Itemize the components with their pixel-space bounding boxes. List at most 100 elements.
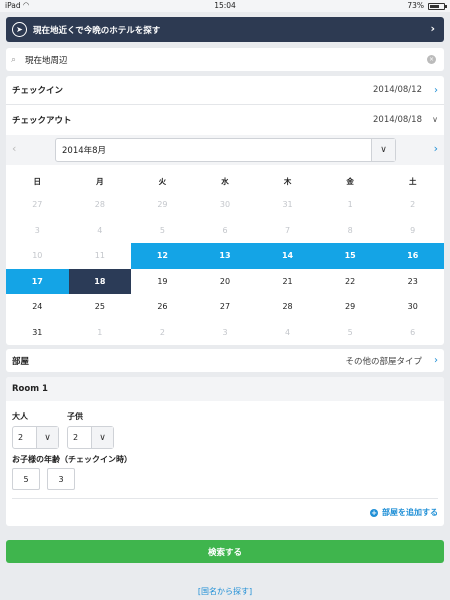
children-select[interactable]: 2 ∨ xyxy=(67,426,114,449)
calendar-day[interactable]: 21 xyxy=(256,269,319,295)
navigation-arrow-icon: ➤ xyxy=(12,22,27,37)
month-select[interactable]: 2014年8月 ∨ xyxy=(55,138,396,162)
calendar-day[interactable]: 27 xyxy=(194,294,257,320)
calendar-day: 9 xyxy=(410,225,416,235)
room-card: Room 1 大人 子供 2 ∨ 2 ∨ お子様の年齢（チェックイン時） 5 3… xyxy=(6,377,444,526)
divider xyxy=(12,498,438,499)
calendar-day[interactable]: 12 xyxy=(131,243,194,269)
calendar-day: 2 xyxy=(410,200,416,210)
calendar-day[interactable]: 22 xyxy=(319,269,382,295)
clear-icon[interactable]: × xyxy=(427,55,436,64)
child-age-label: お子様の年齢（チェックイン時） xyxy=(12,455,132,464)
checkin-label: チェックイン xyxy=(12,86,64,96)
calendar-day-other-month: 4 xyxy=(285,327,291,337)
chevron-right-icon: › xyxy=(434,355,438,366)
calendar-day-other-month: 28 xyxy=(94,200,105,210)
chevron-down-icon: ∨ xyxy=(371,139,395,161)
calendar-day-other-month: 5 xyxy=(347,327,353,337)
chevron-right-icon: › xyxy=(434,84,438,96)
checkout-row[interactable]: チェックアウト 2014/08/18 ∨ xyxy=(6,105,444,134)
calendar-day-other-month: 3 xyxy=(222,327,228,337)
calendar-day[interactable]: 17 xyxy=(6,268,69,294)
month-select-value: 2014年8月 xyxy=(62,146,107,156)
calendar-day[interactable]: 29 xyxy=(319,294,382,320)
chevron-down-icon: ∨ xyxy=(432,115,438,124)
calendar-day: 6 xyxy=(222,225,228,235)
nearby-hotels-button[interactable]: ➤ 現在地近くで今晩のホテルを探す › xyxy=(6,17,444,42)
calendar-day[interactable]: 26 xyxy=(131,294,194,320)
chevron-right-icon: › xyxy=(430,22,435,35)
calendar-day[interactable]: 18 xyxy=(68,268,132,294)
checkin-row[interactable]: チェックイン 2014/08/12 › xyxy=(6,76,444,104)
weekday-header: 日月火水木金土 xyxy=(6,170,444,192)
search-button[interactable]: 検索する xyxy=(6,540,444,563)
weekday-label: 火 xyxy=(158,176,167,186)
status-time: 15:04 xyxy=(214,1,236,10)
calendar-day[interactable]: 20 xyxy=(194,269,257,295)
date-panel: チェックイン 2014/08/12 › チェックアウト 2014/08/18 ∨… xyxy=(6,76,444,345)
nearby-hotels-label: 現在地近くで今晩のホテルを探す xyxy=(33,25,161,36)
calendar-day[interactable]: 31 xyxy=(6,320,69,346)
calendar-day: 5 xyxy=(159,225,165,235)
calendar-day-other-month: 30 xyxy=(219,200,231,210)
add-room-button[interactable]: + 部屋を追加する xyxy=(370,507,438,518)
calendar-day-other-month: 1 xyxy=(97,327,103,337)
checkin-date: 2014/08/12 xyxy=(373,85,422,95)
child-age-input-2[interactable]: 3 xyxy=(47,468,75,490)
chevron-down-icon: ∨ xyxy=(91,427,113,448)
calendar-day[interactable]: 15 xyxy=(318,243,382,269)
weekday-label: 日 xyxy=(33,176,42,186)
checkout-date: 2014/08/18 xyxy=(373,114,422,125)
next-month-icon[interactable]: › xyxy=(434,142,438,155)
location-search[interactable]: ⌕ 現在地周辺 × xyxy=(6,48,444,71)
calendar-day-other-month: 29 xyxy=(157,200,168,210)
calendar-day[interactable]: 13 xyxy=(193,243,257,269)
children-value: 2 xyxy=(73,433,79,442)
calendar-day[interactable]: 28 xyxy=(256,294,319,320)
calendar-day: 8 xyxy=(347,225,353,235)
weekday-label: 月 xyxy=(96,176,104,186)
calendar-day[interactable]: 30 xyxy=(381,294,444,320)
room-type-value: その他の部屋タイプ xyxy=(345,356,422,367)
weekday-label: 水 xyxy=(221,176,229,186)
battery-percent: 73% xyxy=(407,1,424,10)
calendar-day[interactable]: 16 xyxy=(381,243,444,269)
calendar-day[interactable]: 25 xyxy=(69,294,132,320)
adults-select[interactable]: 2 ∨ xyxy=(12,426,59,449)
calendar-day: 10 xyxy=(32,251,43,261)
weekday-label: 金 xyxy=(346,176,354,186)
search-icon: ⌕ xyxy=(11,54,17,65)
calendar-grid: 27 28 29 30 31 1 2 3 4 5 6 7 8 9 10 11 12 13 14 15 16 17 18 19 2… xyxy=(6,192,444,345)
calendar-day: 11 xyxy=(94,251,105,261)
adults-value: 2 xyxy=(18,433,24,442)
calendar-day-other-month: 2 xyxy=(159,327,165,337)
calendar-day[interactable]: 14 xyxy=(256,243,319,269)
calendar-day-other-month: 27 xyxy=(32,200,43,210)
adults-label: 大人 xyxy=(12,412,28,421)
country-search-link[interactable]: [国名から探す] xyxy=(0,586,450,597)
search-input[interactable]: 現在地周辺 xyxy=(25,54,68,66)
room-type-label: 部屋 xyxy=(12,356,30,367)
calendar-day[interactable]: 19 xyxy=(131,269,194,295)
calendar-day: 7 xyxy=(285,225,291,235)
prev-month-icon[interactable]: ‹ xyxy=(12,142,16,155)
calendar-day-other-month: 6 xyxy=(410,327,416,337)
room-type-row[interactable]: 部屋 その他の部屋タイプ › xyxy=(6,349,444,372)
status-bar: iPad ◠ 15:04 73% xyxy=(0,0,450,12)
calendar-day[interactable]: 23 xyxy=(381,269,444,295)
weekday-label: 木 xyxy=(283,176,292,186)
calendar-navigation: ‹ 2014年8月 ∨ › xyxy=(6,135,444,165)
calendar-day: 3 xyxy=(34,225,40,235)
add-room-label: 部屋を追加する xyxy=(382,508,438,517)
checkout-label: チェックアウト xyxy=(12,115,72,126)
weekday-label: 土 xyxy=(408,176,417,186)
plus-icon: + xyxy=(370,508,378,517)
calendar-day: 1 xyxy=(347,200,353,210)
battery-icon xyxy=(428,3,447,10)
child-age-input-1[interactable]: 5 xyxy=(12,468,40,490)
room-title: Room 1 xyxy=(6,377,444,401)
calendar-day[interactable]: 24 xyxy=(6,294,69,320)
calendar-day-other-month: 31 xyxy=(282,200,293,210)
calendar-day: 4 xyxy=(97,225,103,235)
chevron-down-icon: ∨ xyxy=(36,427,58,448)
